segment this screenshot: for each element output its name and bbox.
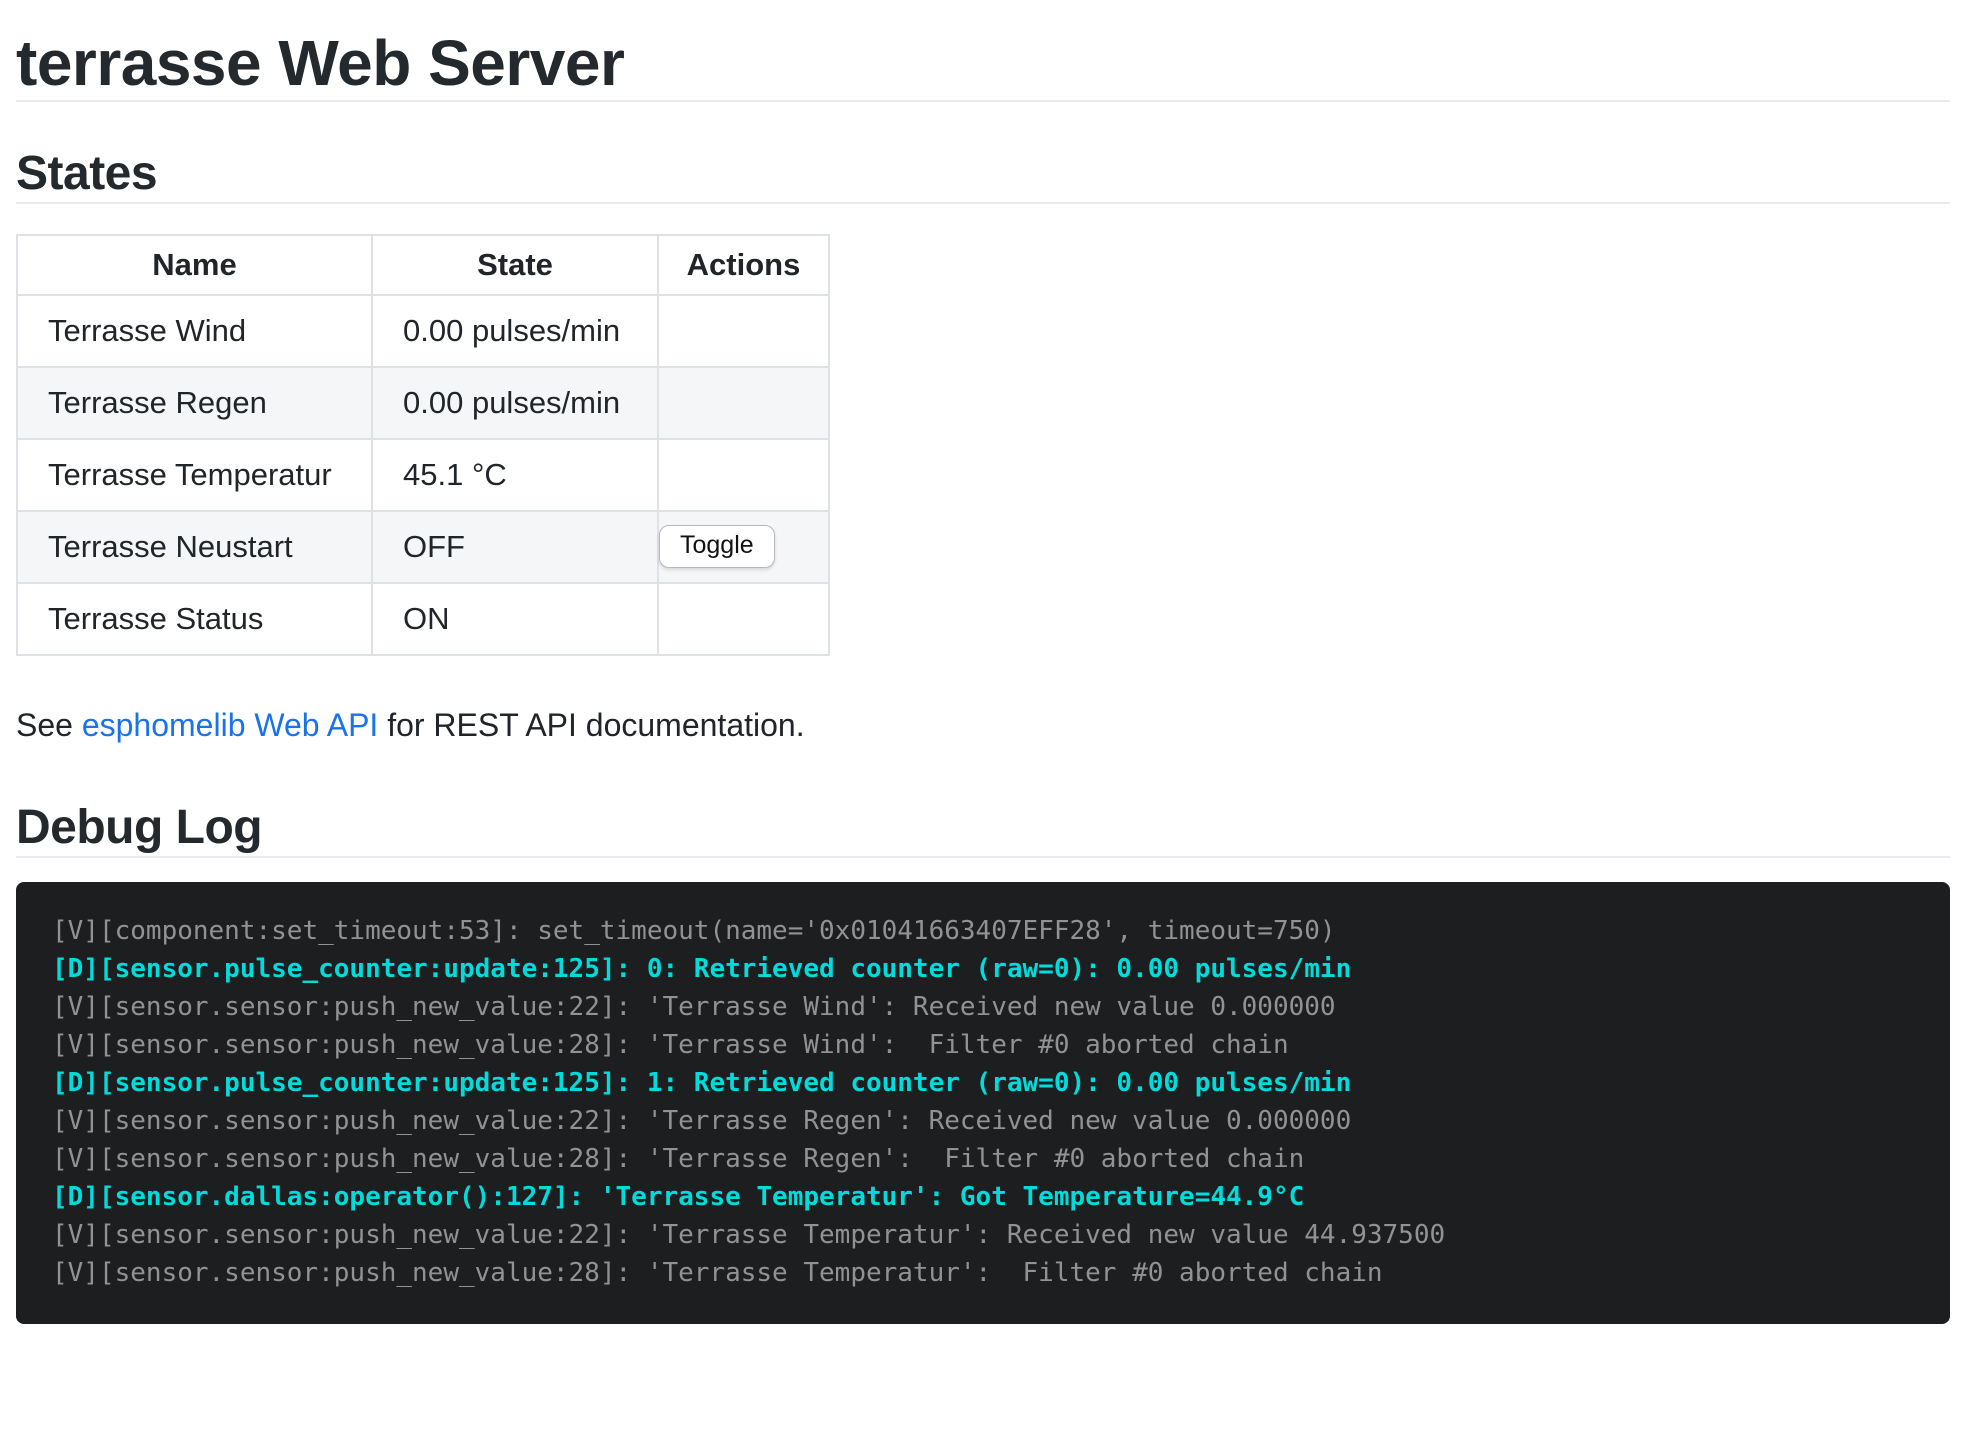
toggle-button[interactable]: Toggle: [659, 525, 775, 568]
debug-log-panel: [V][component:set_timeout:53]: set_timeo…: [16, 882, 1950, 1324]
log-line: [V][sensor.sensor:push_new_value:28]: 'T…: [52, 1254, 1930, 1292]
log-line: [V][sensor.sensor:push_new_value:22]: 'T…: [52, 1102, 1930, 1140]
log-line: [V][sensor.sensor:push_new_value:28]: 'T…: [52, 1140, 1930, 1178]
table-row: Terrasse Neustart OFF Toggle: [17, 511, 829, 583]
divider: [16, 856, 1950, 858]
column-header-actions: Actions: [658, 235, 829, 295]
column-header-name: Name: [17, 235, 372, 295]
log-line: [D][sensor.pulse_counter:update:125]: 0:…: [52, 950, 1930, 988]
api-note-prefix: See: [16, 707, 82, 743]
states-table: Name State Actions Terrasse Wind 0.00 pu…: [16, 234, 830, 656]
entity-state-cell: 45.1 °C: [372, 439, 658, 511]
api-note: See esphomelib Web API for REST API docu…: [16, 706, 1950, 744]
log-line: [D][sensor.pulse_counter:update:125]: 1:…: [52, 1064, 1930, 1102]
entity-name-cell: Terrasse Wind: [17, 295, 372, 367]
log-line: [V][sensor.sensor:push_new_value:22]: 'T…: [52, 988, 1930, 1026]
entity-name-cell: Terrasse Neustart: [17, 511, 372, 583]
entity-state-cell: OFF: [372, 511, 658, 583]
divider: [16, 100, 1950, 102]
table-row: Terrasse Temperatur 45.1 °C: [17, 439, 829, 511]
entity-state-cell: 0.00 pulses/min: [372, 295, 658, 367]
log-line: [D][sensor.dallas:operator():127]: 'Terr…: [52, 1178, 1930, 1216]
entity-name-cell: Terrasse Regen: [17, 367, 372, 439]
entity-state-cell: 0.00 pulses/min: [372, 367, 658, 439]
page-container: terrasse Web Server States Name State Ac…: [0, 26, 1968, 1324]
table-row: Terrasse Regen 0.00 pulses/min: [17, 367, 829, 439]
entity-name-cell: Terrasse Status: [17, 583, 372, 655]
states-heading: States: [16, 146, 1950, 202]
column-header-state: State: [372, 235, 658, 295]
entity-actions-cell: [658, 583, 829, 655]
debug-log-heading: Debug Log: [16, 800, 1950, 856]
page-title: terrasse Web Server: [16, 26, 1950, 100]
table-header-row: Name State Actions: [17, 235, 829, 295]
entity-state-cell: ON: [372, 583, 658, 655]
log-line: [V][sensor.sensor:push_new_value:22]: 'T…: [52, 1216, 1930, 1254]
entity-actions-cell: [658, 439, 829, 511]
log-line: [V][component:set_timeout:53]: set_timeo…: [52, 912, 1930, 950]
divider: [16, 202, 1950, 204]
table-row: Terrasse Wind 0.00 pulses/min: [17, 295, 829, 367]
entity-actions-cell: Toggle: [658, 511, 829, 583]
entity-name-cell: Terrasse Temperatur: [17, 439, 372, 511]
table-row: Terrasse Status ON: [17, 583, 829, 655]
log-line: [V][sensor.sensor:push_new_value:28]: 'T…: [52, 1026, 1930, 1064]
entity-actions-cell: [658, 367, 829, 439]
esphomelib-web-api-link[interactable]: esphomelib Web API: [82, 707, 378, 743]
api-note-suffix: for REST API documentation.: [378, 707, 804, 743]
entity-actions-cell: [658, 295, 829, 367]
